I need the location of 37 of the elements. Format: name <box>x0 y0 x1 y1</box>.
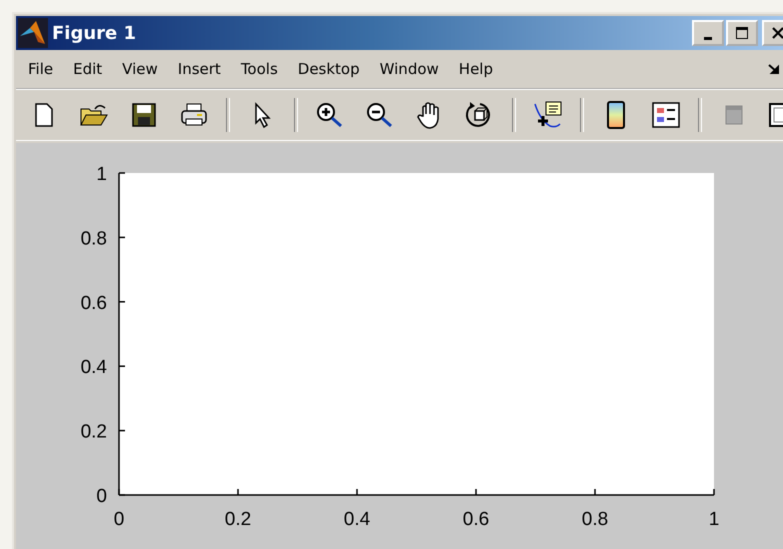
menu-item[interactable]: Help <box>458 60 493 78</box>
x-tick-label: 0.2 <box>224 509 252 530</box>
zoom-out-icon <box>365 101 395 129</box>
y-tick-label: 0.2 <box>80 422 107 443</box>
menu-item[interactable]: File <box>28 60 54 78</box>
y-tick-label: 0.6 <box>80 292 107 314</box>
blank-page-icon <box>33 102 55 128</box>
minimize-button[interactable] <box>692 20 724 46</box>
y-tick-label: 0 <box>96 486 107 507</box>
maximize-button[interactable] <box>726 20 758 46</box>
menu-item[interactable]: Edit <box>73 60 102 78</box>
menu-item[interactable]: Desktop <box>298 60 360 78</box>
folder-icon <box>79 103 109 127</box>
x-tick-label: 1 <box>708 509 720 530</box>
menu-item[interactable]: Tools <box>240 60 278 78</box>
legend-icon <box>651 101 681 129</box>
menu-item[interactable]: View <box>122 60 158 78</box>
maximize-icon <box>735 26 749 40</box>
window-title: Figure 1 <box>52 22 136 44</box>
panel-icon <box>723 103 745 127</box>
y-tick-label: 0.4 <box>80 357 107 378</box>
y-tick-label: 0.8 <box>80 228 107 250</box>
colorbar-icon <box>606 100 626 130</box>
printer-icon <box>179 102 209 128</box>
minimize-icon <box>704 36 712 40</box>
menu-item[interactable]: Window <box>380 60 439 78</box>
menu-item[interactable]: Insert <box>178 60 221 78</box>
data-tip-icon <box>532 100 564 130</box>
close-icon <box>771 26 783 40</box>
app-logo-icon <box>18 18 48 48</box>
zoom-in-icon <box>315 101 345 129</box>
x-tick-label: 0.6 <box>462 509 490 530</box>
x-tick-label: 0.8 <box>582 509 608 530</box>
x-tick-label: 0 <box>114 509 124 530</box>
dock-arrow-icon[interactable] <box>768 63 780 75</box>
x-tick-label: 0.4 <box>344 509 370 530</box>
y-tick-label: 1 <box>96 164 107 185</box>
